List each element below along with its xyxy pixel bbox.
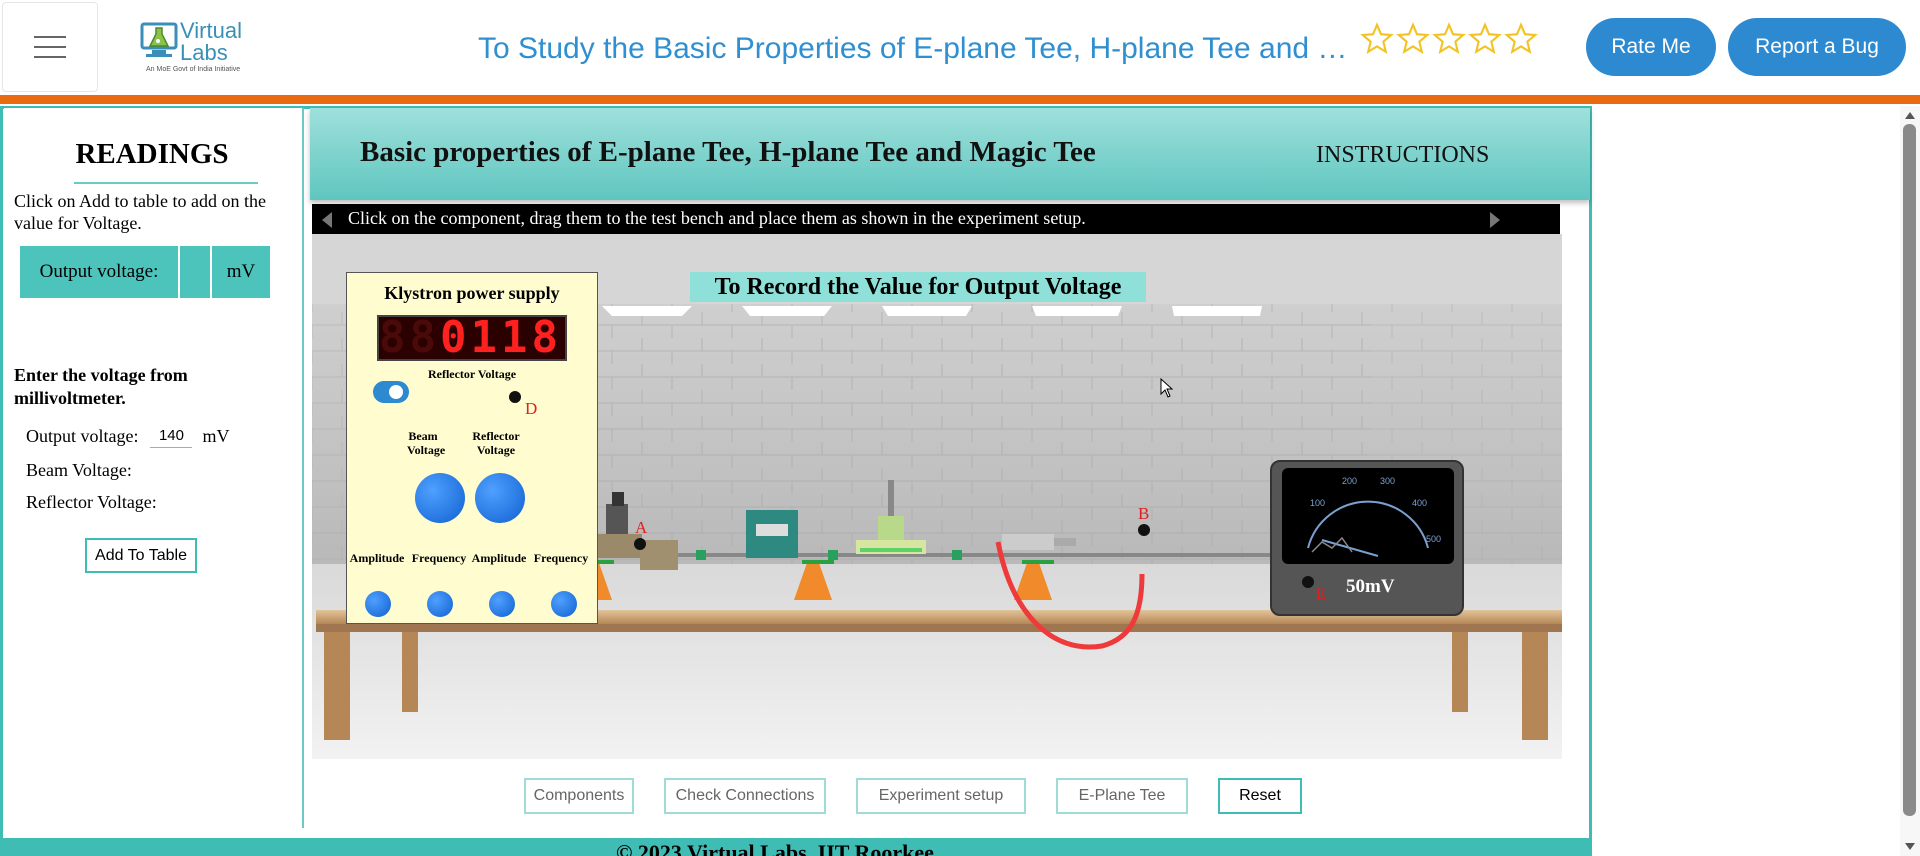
next-hint-arrow-icon[interactable] [1484,210,1504,230]
menu-hamburger-button[interactable] [2,2,98,92]
klystron-power-supply[interactable]: Klystron power supply 880118 Reflector V… [346,272,598,624]
terminal-d[interactable] [507,389,523,405]
klystron-title: Klystron power supply [384,283,560,303]
heading-underline [74,182,258,184]
lab-flask-icon [140,22,178,57]
frequency-knob[interactable] [551,591,577,617]
menu-line [34,36,66,38]
readings-table-value [180,246,212,298]
display-value: 0118 [439,312,562,363]
footer: © 2023 Virtual Labs, IIT Roorkee [0,838,1592,856]
star-icon[interactable] [1396,22,1430,56]
logo-subtitle: An MoE Govt of India Initiative [146,66,241,73]
star-icon[interactable] [1360,22,1394,56]
knob-label-frequency: Frequency [411,551,467,565]
add-to-table-button[interactable]: Add To Table [85,538,197,573]
components-button[interactable]: Components [524,778,634,814]
experiment-page-title: To Study the Basic Properties of E-plane… [478,32,1350,65]
display-ghost-digits: 88 [379,312,440,363]
star-icon[interactable] [1468,22,1502,56]
knob-label-amplitude: Amplitude [471,551,527,565]
star-icon[interactable] [1504,22,1538,56]
hint-text: Click on the component, drag them to the… [348,208,1086,228]
top-navbar: Virtual Labs An MoE Govt of India Initia… [0,0,1920,95]
virtual-labs-logo[interactable]: Virtual Labs An MoE Govt of India Initia… [138,14,250,78]
scroll-down-arrow-icon[interactable] [1904,842,1916,852]
knob-label-frequency: Frequency [533,551,589,565]
experiment-setup-button[interactable]: Experiment setup [856,778,1026,814]
meter-reading: 50mV [1346,576,1395,597]
readings-table-label: Output voltage: [20,246,180,298]
reset-button[interactable]: Reset [1218,778,1302,814]
meter-scale-100: 100 [1310,498,1326,508]
record-voltage-title: To Record the Value for Output Voltage [690,272,1146,302]
menu-line [34,56,66,58]
terminal-a[interactable] [628,528,668,568]
meter-scale-300: 300 [1380,476,1396,486]
scroll-up-arrow-icon[interactable] [1904,110,1916,120]
instructions-link[interactable]: INSTRUCTIONS [1316,142,1489,169]
simulation-title: Basic properties of E-plane Tee, H-plane… [360,136,1096,168]
copyright-text: © 2023 Virtual Labs, IIT Roorkee [616,840,934,856]
simulation-header: Basic properties of E-plane Tee, H-plane… [310,108,1590,200]
beam-voltage-knob[interactable] [415,473,465,523]
reflector-voltage-display-label: Reflector Voltage [427,367,517,381]
terminal-b-label: B [1138,504,1150,523]
meter-face: 100 200 300 400 500 [1282,468,1454,564]
logo-wordmark: Virtual Labs [180,20,242,64]
terminal-d-label: D [525,399,538,418]
klystron-display: 880118 [377,315,567,361]
beam-voltage-label: Beam Voltage: [26,460,132,480]
logo-word-labs: Labs [180,40,228,65]
meter-scale-200: 200 [1342,476,1358,486]
readings-panel: READINGS Click on Add to table to add on… [4,108,304,828]
terminal-e-label: E [1316,586,1326,603]
terminal-e[interactable] [1300,574,1316,590]
enter-voltage-label: Enter the voltage from millivoltmeter. [14,365,188,408]
amplitude-knob[interactable] [489,591,515,617]
meter-dial [1307,500,1429,557]
output-voltage-input[interactable] [150,424,193,448]
meter-scale-400: 400 [1412,498,1428,508]
rate-me-button[interactable]: Rate Me [1586,18,1716,76]
output-voltage-unit: mV [202,425,230,446]
amplitude-knob[interactable] [365,591,391,617]
frequency-knob[interactable] [427,591,453,617]
beam-voltage-row: Beam Voltage: [26,460,132,481]
readings-heading: READINGS [75,138,229,170]
beam-voltage-knob-label: Beam Voltage [407,429,446,457]
previous-hint-arrow-icon[interactable] [318,210,338,230]
hint-bar: Click on the component, drag them to the… [312,204,1560,234]
knob-label-amplitude: Amplitude [349,551,405,565]
navbar-divider [0,95,1920,104]
terminal-b[interactable] [1130,518,1170,558]
output-voltage-label: Output voltage: [26,425,139,446]
e-plane-tee-button[interactable]: E-Plane Tee [1056,778,1188,814]
mouse-cursor-icon [1160,378,1174,398]
reflector-voltage-knob[interactable] [475,473,525,523]
report-bug-button[interactable]: Report a Bug [1728,18,1906,76]
star-icon[interactable] [1432,22,1466,56]
readings-instruction: Click on Add to table to add on the valu… [14,191,266,233]
reflector-voltage-label: Reflector Voltage: [26,492,157,512]
power-toggle-switch[interactable] [373,381,409,403]
output-voltage-row: Output voltage: mV [26,424,229,448]
terminal-a-label: A [635,518,648,537]
scrollbar-thumb[interactable] [1903,124,1916,816]
rating-stars [1360,22,1538,56]
readings-table-unit: mV [212,246,270,298]
millivoltmeter[interactable]: 100 200 300 400 500 E 50mV [1270,460,1464,616]
readings-table: Output voltage: mV [20,246,270,298]
reflector-voltage-knob-label: Reflector Voltage [472,429,520,457]
reflector-voltage-row: Reflector Voltage: [26,492,157,513]
menu-line [34,46,66,48]
meter-scale-500: 500 [1426,534,1442,544]
check-connections-button[interactable]: Check Connections [664,778,826,814]
